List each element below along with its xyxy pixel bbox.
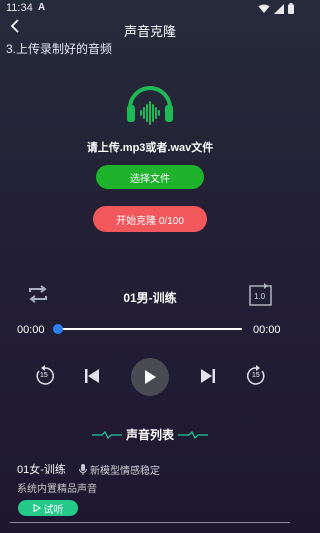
status-time: 11:34 [6, 2, 33, 14]
voice-item-tag-label: 新模型情感稳定 [90, 466, 160, 477]
step-label: 3.上传录制好的音频 [6, 42, 113, 56]
start-clone-button[interactable]: 开始克隆 0/100 [93, 206, 207, 232]
progress-thumb[interactable] [53, 324, 63, 334]
microphone-icon [79, 464, 87, 475]
skip-back-15-button[interactable]: 15 [34, 365, 56, 392]
voice-list-title: 声音列表 [125, 428, 174, 442]
play-icon [145, 370, 156, 384]
signal-icon [274, 3, 284, 14]
play-small-icon [33, 504, 41, 512]
voice-item-desc: 系统内置精品声音 [17, 484, 97, 495]
speed-button[interactable]: 1.0 [249, 283, 272, 306]
progress-bar[interactable] [58, 328, 242, 330]
voice-item-name: 01女-训练 [17, 464, 66, 476]
status-bar: 11:34 A [0, 0, 300, 18]
skip-forward-15-button[interactable]: 15 [245, 365, 267, 392]
upload-hint: 请上传.mp3或者.wav文件 [86, 142, 214, 154]
status-icons [258, 3, 294, 14]
select-file-button[interactable]: 选择文件 [96, 165, 204, 189]
wave-decoration-right-icon [178, 431, 208, 439]
wifi-icon [258, 4, 270, 13]
try-listen-button[interactable]: 试听 [18, 500, 78, 516]
page-title: 声音克隆 [123, 24, 176, 39]
app-notification-icon: A [38, 2, 46, 13]
skip-back-label: 15 [40, 372, 48, 379]
skip-forward-label: 15 [252, 372, 260, 379]
previous-track-icon[interactable] [84, 368, 100, 384]
headphones-logo-icon [127, 86, 173, 125]
list-divider [10, 522, 290, 523]
speed-label: 1.0 [254, 292, 266, 301]
total-time: 00:00 [253, 324, 281, 336]
try-listen-label: 试听 [43, 504, 64, 516]
next-track-icon[interactable] [200, 368, 216, 384]
battery-icon [288, 3, 294, 14]
play-button[interactable] [131, 358, 169, 396]
voice-item-tag: 新模型情感稳定 [79, 462, 160, 477]
current-time: 00:00 [17, 324, 45, 336]
